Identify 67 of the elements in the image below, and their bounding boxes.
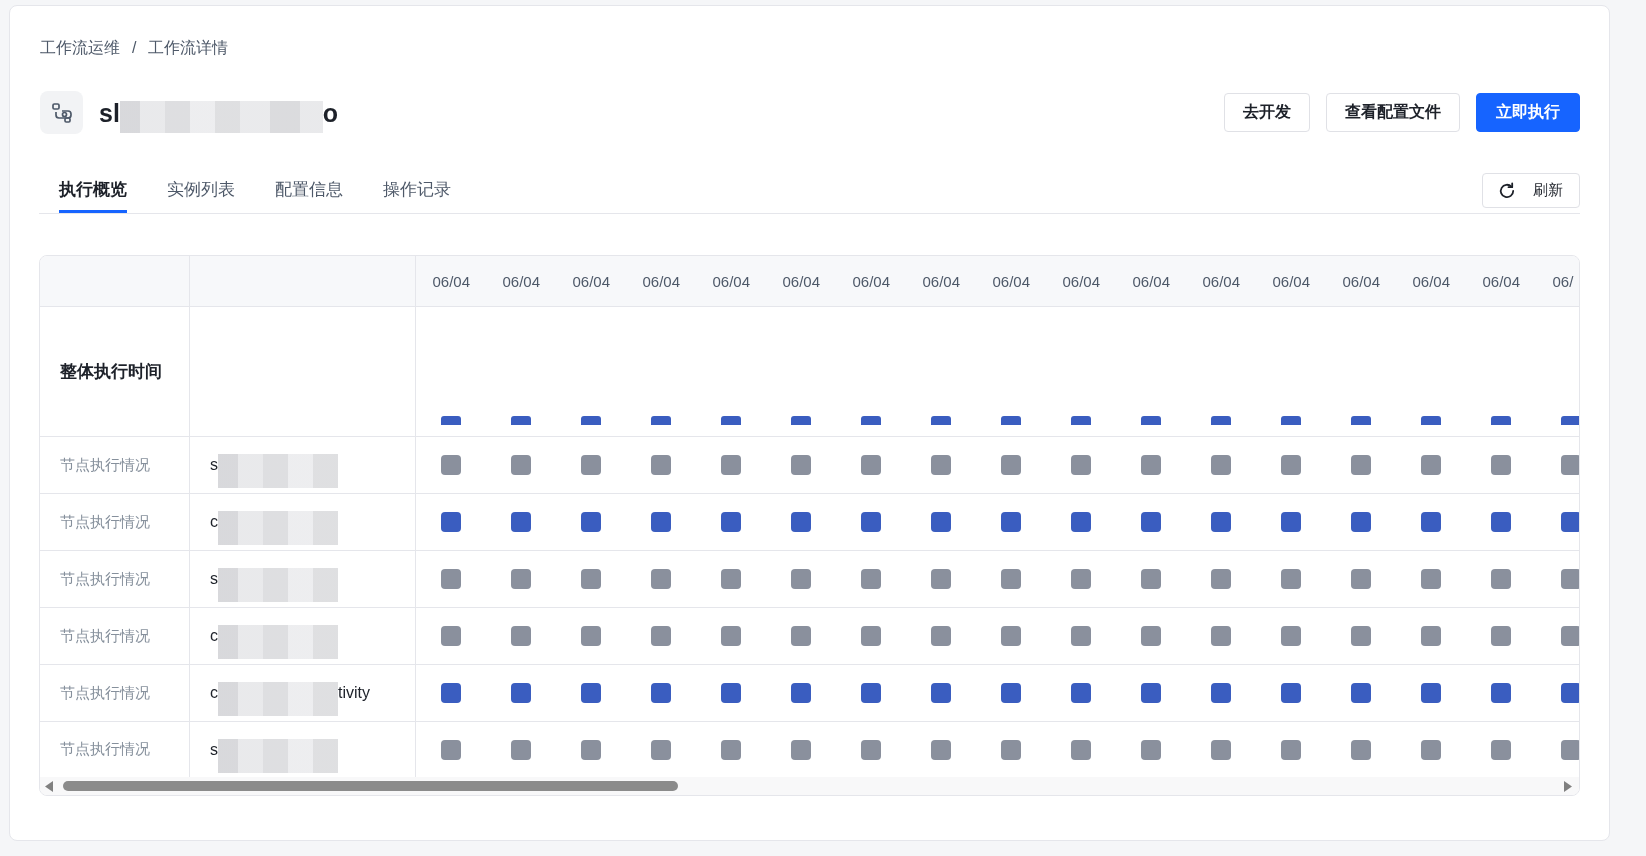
scroll-left-icon[interactable] [45,780,53,792]
duration-bar [1001,416,1021,425]
scroll-right-icon[interactable] [1564,780,1572,792]
date-header: 06/04 [642,272,680,290]
horizontal-scrollbar[interactable] [40,777,1579,795]
tab[interactable]: 操作记录 [383,173,451,213]
node-name: c [210,627,218,645]
duration-bar [581,416,601,425]
duration-bar [1211,416,1231,425]
row-label: 节点执行情况 [60,512,150,532]
node-name: c [210,513,218,531]
workflow-title: o [322,97,339,129]
row-label: 节点执行情况 [60,626,150,646]
duration-bar [1281,416,1301,425]
duration-bar [1071,416,1091,425]
date-header: 06/04 [572,272,610,290]
workflow-title: sl [99,97,120,129]
date-header: 06/04 [1482,272,1520,290]
duration-bar [1491,416,1511,425]
date-header: 06/04 [1202,272,1240,290]
workflow-icon [40,91,83,134]
duration-bar [721,416,741,425]
duration-bar [791,416,811,425]
date-header: 06/04 [992,272,1030,290]
breadcrumb-link[interactable]: 工作流运维 [40,37,120,59]
date-header: 06/04 [1412,272,1450,290]
node-name: s [210,456,218,474]
duration-bar [511,416,531,425]
breadcrumb-separator: / [132,38,137,58]
duration-bar [1351,416,1371,425]
node-name: s [210,740,218,759]
duration-bar [1141,416,1161,425]
tab[interactable]: 实例列表 [167,173,235,213]
date-header: 06/04 [1342,272,1380,290]
date-header: 06/ [1552,272,1575,290]
tab[interactable]: 执行概览 [59,173,127,213]
row-label: 节点执行情况 [60,683,150,703]
row-label: 节点执行情况 [60,740,150,759]
row-label: 整体执行时间 [60,361,162,383]
date-header: 06/04 [432,272,470,290]
node-name: tivity [338,684,370,702]
tab[interactable]: 配置信息 [275,173,343,213]
action-button[interactable]: 去开发 [1224,93,1310,132]
scrollbar-thumb[interactable] [63,781,678,791]
node-name: c [210,684,218,702]
duration-bar [441,416,461,425]
duration-bar [861,416,881,425]
run-button[interactable]: 立即执行 [1476,93,1580,132]
breadcrumb-current: 工作流详情 [148,38,229,58]
date-header: 06/04 [1132,272,1170,290]
refresh-button[interactable]: 刷新 [1482,173,1580,208]
duration-bar [1421,416,1441,425]
refresh-icon [1498,181,1516,200]
node-name: s [210,570,218,588]
date-header: 06/04 [1062,272,1100,290]
date-header: 06/04 [922,272,960,290]
row-label: 节点执行情况 [60,455,150,475]
action-button[interactable]: 查看配置文件 [1326,93,1460,132]
date-header: 06/04 [782,272,820,290]
duration-bar [1561,416,1579,425]
duration-bar [651,416,671,425]
date-header: 06/04 [1272,272,1310,290]
date-header: 06/04 [852,272,890,290]
row-label: 节点执行情况 [60,569,150,589]
date-header: 06/04 [502,272,540,290]
duration-bar [931,416,951,425]
date-header: 06/04 [712,272,750,290]
